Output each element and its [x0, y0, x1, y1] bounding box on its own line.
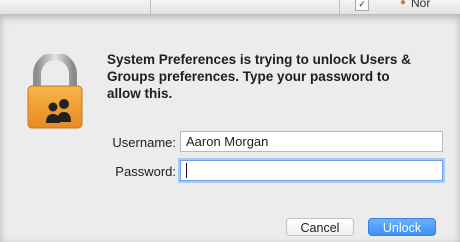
background-divider	[150, 0, 151, 14]
background-divider	[339, 0, 340, 14]
unlock-button[interactable]: Unlock	[368, 218, 436, 236]
password-label: Password:	[115, 164, 176, 179]
background-checkbox: ✓	[355, 0, 369, 11]
username-field[interactable]	[180, 131, 443, 152]
password-field[interactable]	[180, 160, 443, 181]
cancel-button[interactable]: Cancel	[286, 218, 354, 236]
padlock-users-icon	[27, 54, 83, 129]
dialog-message: System Preferences is trying to unlock U…	[107, 52, 411, 101]
username-label: Username:	[112, 135, 176, 150]
authentication-dialog: System Preferences is trying to unlock U…	[0, 14, 460, 242]
screen: ✓ ● Nor System Preferences is trying to …	[0, 0, 460, 242]
background-window: ✓ ● Nor	[0, 0, 460, 15]
background-item-text: Nor	[411, 0, 431, 10]
text-caret	[186, 163, 187, 178]
background-item-icon: ●	[400, 0, 407, 8]
